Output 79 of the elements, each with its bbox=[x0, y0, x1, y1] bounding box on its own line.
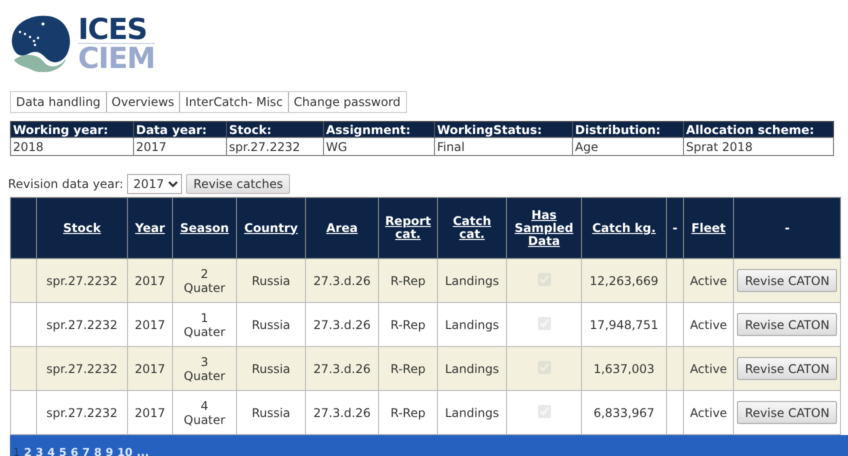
menu-item[interactable]: Overviews bbox=[106, 92, 180, 112]
column-header-link[interactable]: Catch kg. bbox=[592, 222, 656, 234]
page-link[interactable]: 7 bbox=[82, 446, 90, 456]
table-cell: spr.27.2232 bbox=[36, 346, 128, 390]
table-cell: 27.3.d.26 bbox=[306, 302, 378, 346]
column-header-link[interactable]: Fleet bbox=[691, 222, 726, 234]
logo-text: CIEM bbox=[78, 42, 155, 72]
table-cell: Russia bbox=[236, 302, 306, 346]
info-value: WG bbox=[324, 138, 434, 156]
info-value: Age bbox=[572, 138, 684, 156]
table-cell: 27.3.d.26 bbox=[306, 390, 378, 434]
revise-caton-button[interactable]: Revise CATON bbox=[737, 357, 838, 380]
page-link[interactable]: 3 bbox=[36, 446, 44, 456]
info-label: Assignment: bbox=[324, 122, 434, 138]
info-value: 2017 bbox=[134, 138, 226, 156]
table-cell: Active bbox=[684, 346, 734, 390]
table-cell: R-Rep bbox=[378, 390, 438, 434]
table-cell: Russia bbox=[236, 346, 306, 390]
table-cell: R-Rep bbox=[378, 302, 438, 346]
page-link[interactable]: 10 bbox=[117, 446, 133, 456]
table-cell: 2017 bbox=[128, 302, 172, 346]
page-link[interactable]: 8 bbox=[94, 446, 102, 456]
table-cell: Landings bbox=[438, 302, 506, 346]
page-link[interactable]: 5 bbox=[58, 446, 67, 456]
revise-caton-button[interactable]: Revise CATON bbox=[737, 401, 838, 424]
table-cell: Russia bbox=[236, 390, 306, 434]
table-cell: Active bbox=[684, 390, 734, 434]
table-cell: Landings bbox=[438, 346, 506, 390]
info-value: spr.27.2232 bbox=[226, 138, 324, 156]
info-value: Final bbox=[434, 138, 572, 156]
table-cell: 27.3.d.26 bbox=[306, 346, 378, 390]
info-label: Distribution: bbox=[572, 122, 684, 138]
table-cell: 3 Quater bbox=[172, 346, 236, 390]
info-value: 2018 bbox=[10, 138, 134, 156]
info-label: Stock: bbox=[226, 122, 324, 138]
logo-text: ICES bbox=[78, 14, 148, 42]
info-label: Data year: bbox=[134, 122, 226, 138]
table-cell: R-Rep bbox=[378, 258, 438, 302]
table-cell: R-Rep bbox=[378, 346, 438, 390]
column-header: - bbox=[666, 198, 684, 258]
page-link[interactable]: 6 bbox=[70, 446, 78, 456]
table-cell: 12,263,669 bbox=[582, 258, 666, 302]
year-dropdown[interactable]: 2017 bbox=[127, 174, 182, 194]
revise-caton-button[interactable]: Revise CATON bbox=[737, 269, 838, 292]
table-cell: Active bbox=[684, 258, 734, 302]
page-link[interactable]: 9 bbox=[106, 446, 114, 456]
info-label: Working year: bbox=[10, 122, 134, 138]
column-header-link[interactable]: Area bbox=[326, 222, 358, 234]
table-cell: Landings bbox=[438, 390, 506, 434]
info-label: Allocation scheme: bbox=[684, 122, 834, 138]
table-cell: 2017 bbox=[128, 258, 172, 302]
table-cell: spr.27.2232 bbox=[36, 302, 128, 346]
table-cell: 27.3.d.26 bbox=[306, 258, 378, 302]
table-cell: 1 Quater bbox=[172, 302, 236, 346]
table-cell: 6,833,967 bbox=[582, 390, 666, 434]
page-link[interactable]: ... bbox=[136, 446, 150, 456]
info-value: Sprat 2018 bbox=[684, 138, 834, 156]
revise-catches-button[interactable]: Revise catches bbox=[186, 174, 290, 194]
info-label: WorkingStatus: bbox=[434, 122, 572, 138]
table-cell: 17,948,751 bbox=[582, 302, 666, 346]
table-cell: 4 Quater bbox=[172, 390, 236, 434]
table-cell: Active bbox=[684, 302, 734, 346]
table-cell: 1,637,003 bbox=[582, 346, 666, 390]
table-cell: Landings bbox=[438, 258, 506, 302]
page-link[interactable]: 4 bbox=[47, 446, 55, 456]
table-cell: Russia bbox=[236, 258, 306, 302]
revision-label: Revision data year: bbox=[8, 177, 124, 191]
table-cell: 2017 bbox=[128, 390, 172, 434]
page-link[interactable]: 2 bbox=[24, 446, 32, 456]
table-cell: 2017 bbox=[128, 346, 172, 390]
column-header-link[interactable]: Country bbox=[244, 222, 298, 234]
column-header-link[interactable]: Stock bbox=[63, 222, 101, 234]
table-cell: spr.27.2232 bbox=[36, 390, 128, 434]
table-cell: spr.27.2232 bbox=[36, 258, 128, 302]
column-header-link[interactable]: Year bbox=[135, 222, 165, 234]
revise-caton-button[interactable]: Revise CATON bbox=[737, 313, 838, 336]
column-header-link[interactable]: Season bbox=[180, 222, 229, 234]
column-header: - bbox=[734, 198, 841, 258]
table-cell: 2 Quater bbox=[172, 258, 236, 302]
